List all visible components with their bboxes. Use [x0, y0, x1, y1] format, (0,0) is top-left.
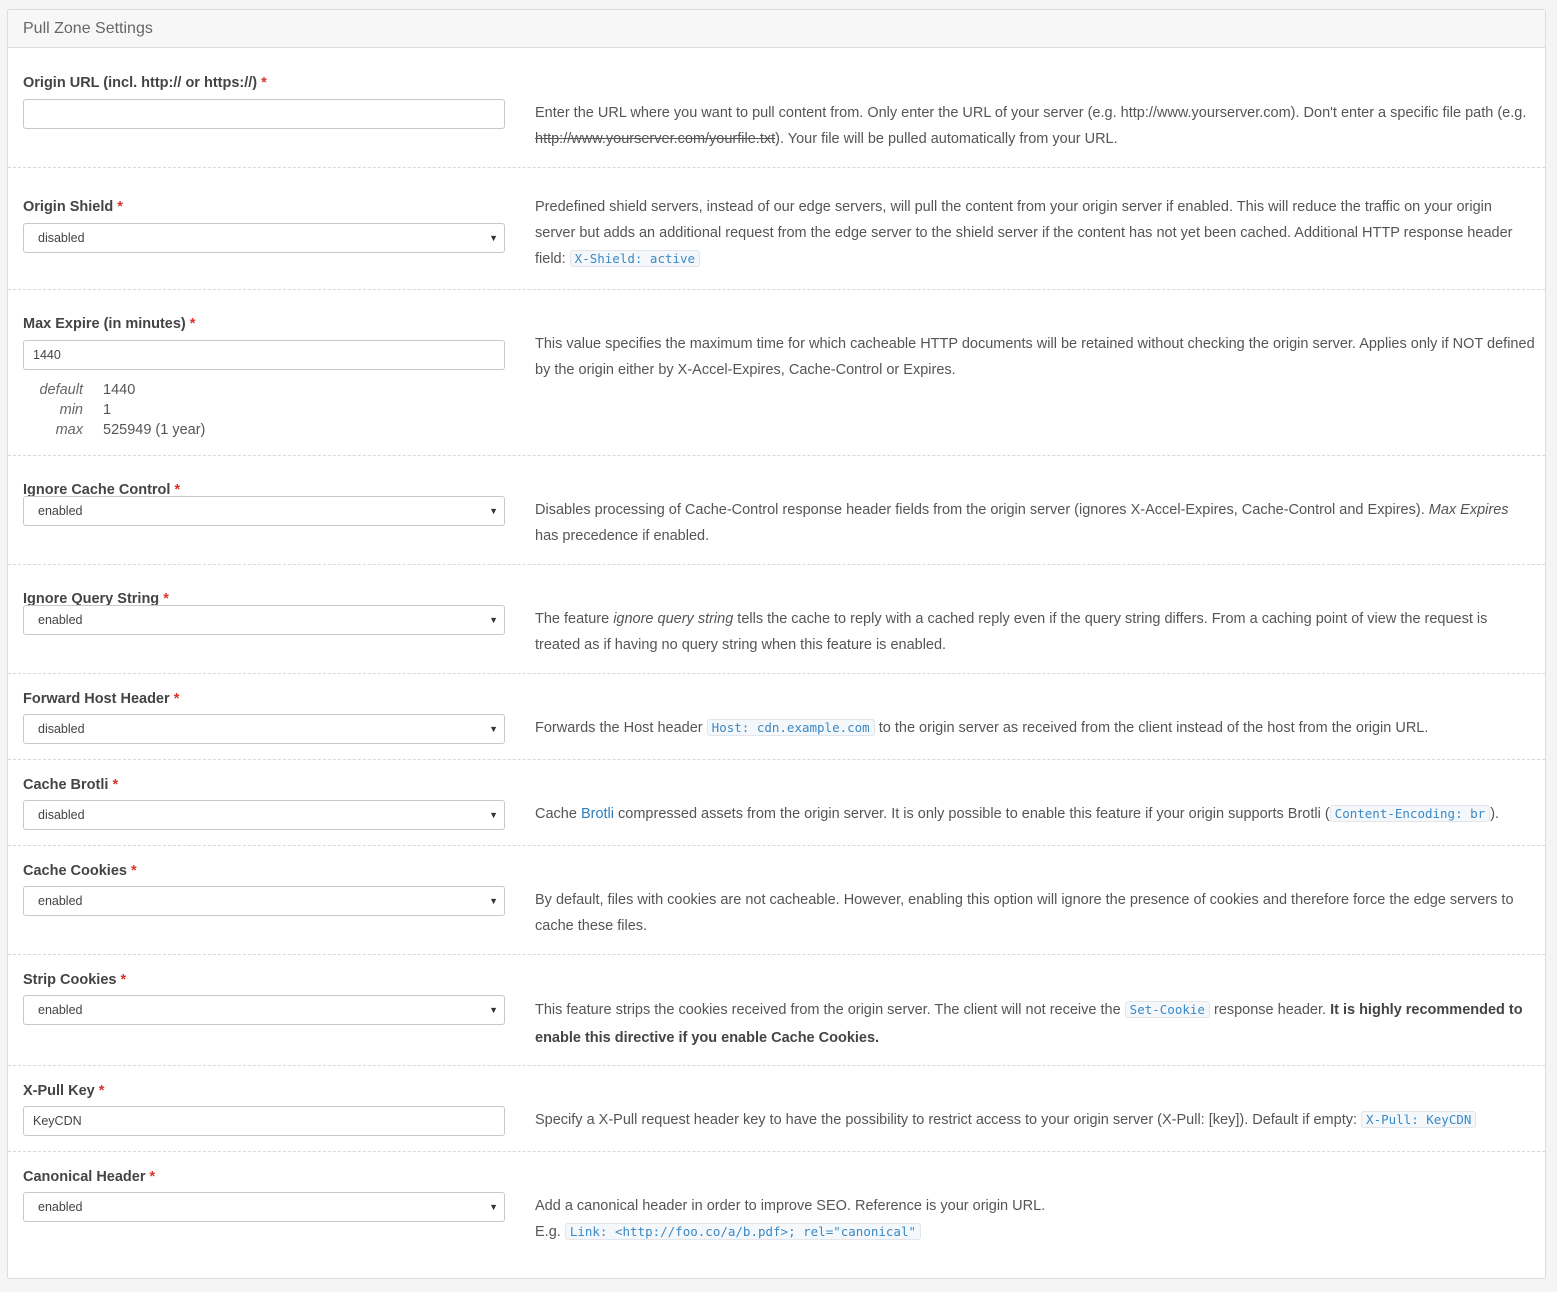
forward-host-header-select[interactable]: disabled ▼	[23, 714, 505, 744]
max-expire-label: Max Expire (in minutes) *	[23, 316, 196, 332]
origin-shield-help: Predefined shield servers, instead of ou…	[535, 199, 1513, 267]
chevron-down-icon: ▼	[489, 1202, 498, 1212]
strip-cookies-select[interactable]: enabled ▼	[23, 995, 505, 1025]
ignore-cache-control-help: Disables processing of Cache-Control res…	[535, 502, 1509, 544]
chevron-down-icon: ▼	[489, 615, 498, 625]
origin-url-input[interactable]	[23, 99, 505, 129]
row-canonical-header: Canonical Header * enabled ▼ Add a canoni…	[8, 1152, 1545, 1292]
row-ignore-query-string: Ignore Query String * enabled ▼ The featu…	[8, 565, 1545, 674]
origin-url-help: Enter the URL where you want to pull con…	[535, 105, 1527, 147]
chevron-down-icon: ▼	[489, 724, 498, 734]
chevron-down-icon: ▼	[489, 233, 498, 243]
canonical-header-label: Canonical Header *	[23, 1169, 156, 1185]
cache-cookies-select[interactable]: enabled ▼	[23, 886, 505, 916]
row-forward-host-header: Forward Host Header * disabled ▼ Forwards…	[8, 674, 1545, 760]
row-max-expire: Max Expire (in minutes) * 1440 default 14…	[8, 290, 1545, 456]
chevron-down-icon: ▼	[489, 810, 498, 820]
brotli-link[interactable]: Brotli	[581, 806, 614, 822]
chevron-down-icon: ▼	[489, 506, 498, 516]
ignore-query-string-help: The feature ignore query string tells th…	[535, 611, 1488, 653]
forward-host-header-label: Forward Host Header *	[23, 691, 180, 707]
cache-brotli-label: Cache Brotli *	[23, 777, 119, 793]
origin-shield-label: Origin Shield *	[23, 199, 123, 215]
max-expire-limits: default 1440 min 1 max 525949 (1 year)	[39, 382, 206, 438]
forward-host-header-help: Forwards the Host header Host: cdn.examp…	[535, 719, 1429, 736]
row-x-pull-key: X-Pull Key * KeyCDN Specify a X-Pull req…	[8, 1066, 1545, 1152]
ignore-query-string-select[interactable]: enabled ▼	[23, 605, 505, 635]
x-pull-key-input[interactable]: KeyCDN	[23, 1106, 505, 1136]
row-ignore-cache-control: Ignore Cache Control * enabled ▼ Disables…	[8, 456, 1545, 565]
cache-cookies-label: Cache Cookies *	[23, 863, 137, 879]
panel-title: Pull Zone Settings	[8, 10, 1545, 48]
row-strip-cookies: Strip Cookies * enabled ▼ This feature st…	[8, 955, 1545, 1066]
x-pull-key-help: Specify a X-Pull request header key to h…	[535, 1107, 1535, 1133]
x-pull-key-label: X-Pull Key *	[23, 1083, 105, 1099]
row-cache-cookies: Cache Cookies * enabled ▼ By default, fil…	[8, 846, 1545, 955]
strip-cookies-label: Strip Cookies *	[23, 972, 127, 988]
row-origin-url: Origin URL (incl. http:// or https://) *…	[8, 48, 1545, 168]
pull-zone-settings-panel: Pull Zone Settings Origin URL (incl. htt…	[7, 9, 1546, 1279]
max-expire-help: This value specifies the maximum time fo…	[535, 336, 1535, 378]
origin-shield-select[interactable]: disabled ▼	[23, 223, 505, 253]
row-origin-shield: Origin Shield * disabled ▼ Predefined shi…	[8, 168, 1545, 290]
canonical-header-help: Add a canonical header in order to impro…	[535, 1198, 1046, 1240]
max-expire-input[interactable]: 1440	[23, 340, 505, 370]
cache-brotli-select[interactable]: disabled ▼	[23, 800, 505, 830]
cache-brotli-help: Cache Brotli compressed assets from the …	[535, 805, 1500, 822]
row-cache-brotli: Cache Brotli * disabled ▼ Cache Brotli co…	[8, 760, 1545, 846]
chevron-down-icon: ▼	[489, 896, 498, 906]
strip-cookies-help: This feature strips the cookies received…	[535, 1001, 1523, 1046]
origin-url-label: Origin URL (incl. http:// or https://) *	[23, 75, 267, 91]
canonical-header-select[interactable]: enabled ▼	[23, 1192, 505, 1222]
cache-cookies-help: By default, files with cookies are not c…	[535, 892, 1514, 934]
ignore-cache-control-select[interactable]: enabled ▼	[23, 496, 505, 526]
chevron-down-icon: ▼	[489, 1005, 498, 1015]
